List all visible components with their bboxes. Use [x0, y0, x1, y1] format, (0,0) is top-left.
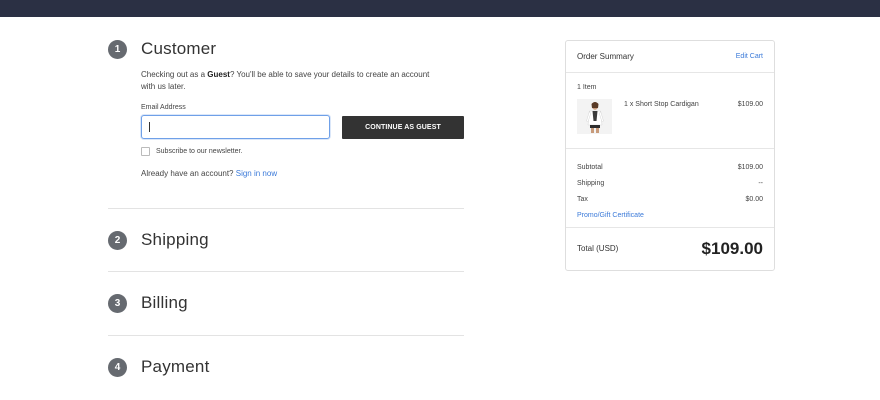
step-shipping[interactable]: 2 Shipping: [108, 229, 209, 251]
product-thumbnail: [577, 99, 612, 134]
grand-total-row: Total (USD) $109.00: [566, 228, 774, 269]
order-summary-title: Order Summary: [577, 52, 634, 61]
order-totals: Subtotal $109.00 Shipping -- Tax $0.00 P…: [566, 149, 774, 228]
divider: [108, 208, 464, 209]
subtotal-row: Subtotal $109.00: [577, 159, 763, 175]
subtotal-value: $109.00: [737, 163, 763, 171]
newsletter-label[interactable]: Subscribe to our newsletter.: [156, 148, 242, 155]
promo-gift-certificate-link[interactable]: Promo/Gift Certificate: [577, 207, 763, 223]
step-payment[interactable]: 4 Payment: [108, 356, 210, 378]
tax-value: $0.00: [745, 195, 763, 203]
newsletter-row: Subscribe to our newsletter.: [141, 147, 464, 156]
signin-prefix: Already have an account?: [141, 169, 236, 178]
subtotal-label: Subtotal: [577, 163, 603, 171]
intro-prefix: Checking out as a: [141, 70, 208, 79]
email-field[interactable]: [141, 115, 330, 139]
step-shipping-header: 2 Shipping: [108, 229, 209, 251]
cardigan-image: [577, 99, 612, 134]
cart-item: 1 x Short Stop Cardigan $109.00: [577, 99, 763, 134]
step-title: Billing: [141, 293, 188, 312]
total-value: $109.00: [701, 238, 763, 258]
step-title: Customer: [141, 39, 217, 58]
checkout-steps: 1 Customer Checking out as a Guest? You'…: [108, 38, 464, 178]
continue-as-guest-button[interactable]: CONTINUE AS GUEST: [342, 115, 464, 139]
items-count: 1 Item: [577, 84, 597, 91]
step-payment-header: 4 Payment: [108, 356, 210, 378]
tax-label: Tax: [577, 195, 588, 203]
step-billing[interactable]: 3 Billing: [108, 292, 188, 314]
guest-intro-text: Checking out as a Guest? You'll be able …: [141, 69, 441, 93]
item-price: $109.00: [737, 101, 763, 108]
intro-guest-bold: Guest: [207, 70, 230, 79]
divider: [108, 271, 464, 272]
step-number-badge: 2: [108, 230, 127, 250]
text-caret: [149, 122, 150, 132]
step-customer-header: 1 Customer: [108, 38, 464, 60]
step-title: Payment: [141, 357, 210, 376]
step-billing-header: 3 Billing: [108, 292, 188, 314]
customer-form: Checking out as a Guest? You'll be able …: [141, 69, 464, 178]
top-bar: [0, 0, 880, 17]
item-name: 1 x Short Stop Cardigan: [624, 101, 699, 108]
tax-row: Tax $0.00: [577, 191, 763, 207]
order-summary-header: Order Summary Edit Cart: [566, 41, 774, 73]
divider: [108, 335, 464, 336]
total-label: Total (USD): [577, 244, 619, 253]
shipping-value: --: [758, 179, 763, 187]
shipping-label: Shipping: [577, 179, 605, 187]
cart-items: 1 Item 1 x Short Stop Cardigan $109.00: [566, 73, 774, 149]
step-number-badge: 4: [108, 357, 127, 377]
email-label: Email Address: [141, 104, 186, 111]
newsletter-checkbox[interactable]: [141, 147, 150, 156]
shipping-row: Shipping --: [577, 175, 763, 191]
step-title: Shipping: [141, 230, 209, 249]
step-number-badge: 3: [108, 293, 127, 313]
step-customer: 1 Customer Checking out as a Guest? You'…: [108, 38, 464, 178]
edit-cart-link[interactable]: Edit Cart: [736, 53, 763, 60]
email-row: CONTINUE AS GUEST: [141, 115, 464, 139]
step-number-badge: 1: [108, 39, 127, 59]
sign-in-link[interactable]: Sign in now: [236, 169, 277, 178]
signin-prompt: Already have an account? Sign in now: [141, 169, 464, 178]
order-summary: Order Summary Edit Cart 1 Item 1 x Short…: [565, 40, 775, 271]
